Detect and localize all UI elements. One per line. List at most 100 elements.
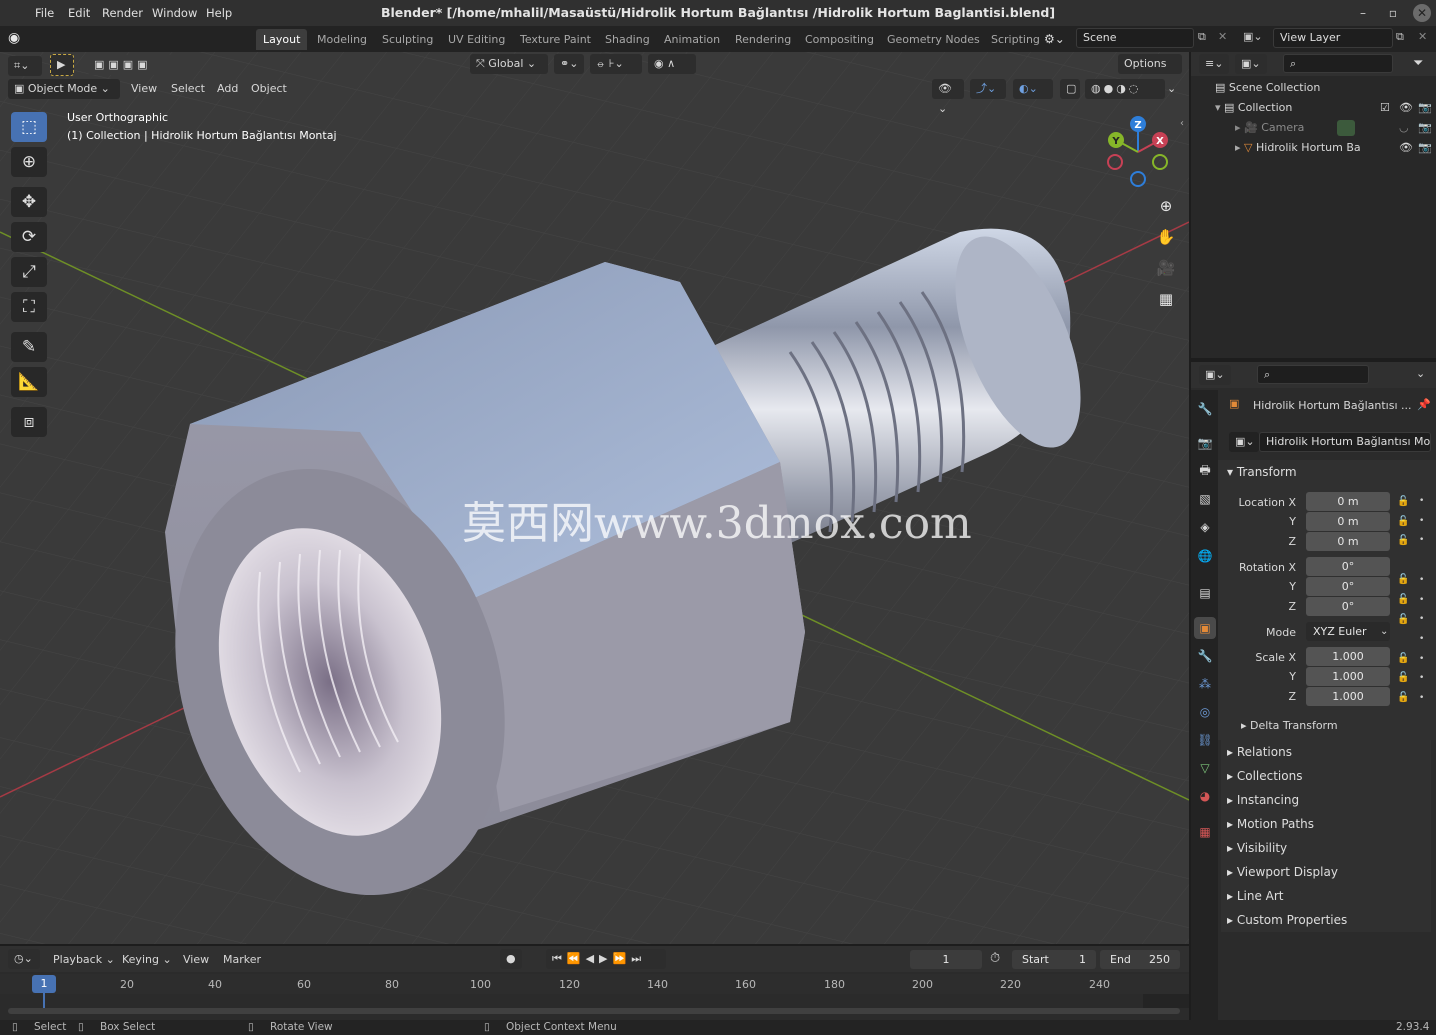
3d-viewport[interactable]: 莫西网www.3dmox.com ⌗⌄ ▶ ▣▣▣▣ ⤧ Global ⌄ ⚭⌄…	[0, 52, 1189, 944]
eye-closed-icon[interactable]: ◡	[1399, 118, 1409, 138]
scene-selector-icon[interactable]: ⚙⌄	[1044, 29, 1074, 49]
menu-window[interactable]: Window	[152, 4, 197, 22]
stopwatch-icon[interactable]: ⏱	[990, 951, 1000, 966]
delta-transform-row[interactable]: ▸ Delta Transform	[1241, 719, 1338, 732]
ortho-grid-icon[interactable]: ▦	[1153, 286, 1179, 312]
properties-options-icon[interactable]: ⌄	[1416, 367, 1425, 380]
render-tab-icon[interactable]: 📷	[1194, 432, 1216, 454]
rotation-y-field[interactable]: 0°	[1306, 577, 1390, 596]
eye-icon[interactable]: 👁	[1399, 138, 1413, 158]
scale-icon[interactable]: ⤢	[11, 257, 47, 287]
select-mode-icon[interactable]: ▶	[50, 54, 74, 76]
navigation-gizmo[interactable]: Z X Y	[1100, 114, 1176, 190]
rotate-icon[interactable]: ⟳	[11, 222, 47, 252]
object-data-name-field[interactable]: Hidrolik Hortum Bağlantısı Mo...	[1259, 432, 1431, 452]
tab-layout[interactable]: Layout	[256, 29, 308, 50]
measure-icon[interactable]: 📐	[11, 367, 47, 397]
output-tab-icon[interactable]: 🖶	[1194, 460, 1216, 482]
visibility-icon[interactable]: 👁⌄	[932, 79, 964, 115]
section-motion-paths[interactable]: ▸ Motion Paths	[1221, 812, 1431, 836]
outliner-panel[interactable]: ≡⌄ ▣⌄ ⌕ ⏷ ▤ Scene Collection ▾ ▤ Collect…	[1191, 52, 1436, 358]
options-dropdown[interactable]: Options ⌄	[1118, 54, 1182, 90]
minimize-icon[interactable]: –	[1354, 4, 1372, 22]
end-frame-field[interactable]: End 250	[1100, 950, 1180, 969]
selection-mode-icons[interactable]: ▣▣▣▣	[88, 55, 184, 75]
section-relations[interactable]: ▸ Relations	[1221, 740, 1431, 764]
menu-file[interactable]: File	[35, 4, 54, 22]
tab-modeling[interactable]: Modeling	[310, 29, 374, 50]
pin-icon[interactable]: 📌	[1417, 398, 1431, 411]
section-visibility[interactable]: ▸ Visibility	[1221, 836, 1431, 860]
timeline-menu-marker[interactable]: Marker	[223, 953, 261, 966]
expand-arrow-icon[interactable]: ▸	[1235, 141, 1244, 154]
viewport-menu-object[interactable]: Object	[251, 82, 287, 95]
section-line-art[interactable]: ▸ Line Art	[1221, 884, 1431, 908]
view-layer-icon[interactable]: ▣⌄	[1243, 30, 1263, 43]
display-mode-icon[interactable]: ▣⌄	[1235, 54, 1267, 74]
tab-texture-paint[interactable]: Texture Paint	[513, 29, 598, 50]
rotation-mode-dropdown[interactable]: XYZ Euler	[1306, 622, 1390, 641]
rotation-z-field[interactable]: 0°	[1306, 597, 1390, 616]
eye-icon[interactable]: 👁	[1399, 98, 1413, 118]
camera-view-icon[interactable]: 🎥	[1153, 255, 1179, 281]
properties-search-input[interactable]: ⌕	[1257, 365, 1369, 384]
outliner-row-camera[interactable]: ▸ 🎥 Camera ◡ 📷	[1191, 118, 1436, 138]
playhead-marker[interactable]: 1	[32, 975, 56, 993]
object-data-tab-icon[interactable]: ▽	[1194, 757, 1216, 779]
camera-data-icon[interactable]	[1337, 120, 1355, 136]
properties-panel[interactable]: ▣⌄ ⌕ ⌄ 🔧 📷 🖶 ▧ ◈ 🌐 ▤ ▣ 🔧 ⁂ ◎ ⛓ ▽ ◕ ▦ ▣ H…	[1191, 362, 1436, 1022]
view-layer-field[interactable]: View Layer	[1273, 28, 1393, 48]
viewport-menu-select[interactable]: Select	[171, 82, 205, 95]
xray-icon[interactable]: ▢	[1060, 79, 1080, 99]
transform-orientation-dropdown[interactable]: ⤧ Global ⌄	[470, 54, 548, 74]
menu-help[interactable]: Help	[206, 4, 232, 22]
start-frame-field[interactable]: Start 1	[1012, 950, 1096, 969]
add-cube-icon[interactable]: ⧈	[11, 407, 47, 437]
keyframe-dots[interactable]: • • • • • • • • • •	[1419, 492, 1424, 709]
scale-y-field[interactable]: 1.000	[1306, 667, 1390, 686]
proportional-edit-icon[interactable]: ◉ ∧	[648, 54, 696, 74]
select-box-icon[interactable]: ⬚	[11, 112, 47, 142]
render-camera-icon[interactable]: 📷	[1418, 118, 1432, 138]
outliner-row-scene-collection[interactable]: ▤ Scene Collection	[1191, 78, 1436, 98]
move-icon[interactable]: ✥	[11, 187, 47, 217]
outliner-row-hidrolik[interactable]: ▸ ▽ Hidrolik Hortum Ba 👁 📷	[1191, 138, 1436, 158]
render-camera-icon[interactable]: 📷	[1418, 138, 1432, 158]
viewport-menu-view[interactable]: View	[131, 82, 157, 95]
texture-tab-icon[interactable]: ▦	[1194, 821, 1216, 843]
location-x-field[interactable]: 0 m	[1306, 492, 1390, 511]
transform-icon[interactable]: ⛶	[11, 292, 47, 322]
tab-compositing[interactable]: Compositing	[798, 29, 881, 50]
physics-tab-icon[interactable]: ◎	[1194, 701, 1216, 723]
outliner-row-collection[interactable]: ▾ ▤ Collection ☑ 👁 📷	[1191, 98, 1436, 118]
object-mode-dropdown[interactable]: ▣ Object Mode ⌄	[8, 79, 120, 99]
section-custom-properties[interactable]: ▸ Custom Properties	[1221, 908, 1431, 932]
section-collections[interactable]: ▸ Collections	[1221, 764, 1431, 788]
section-instancing[interactable]: ▸ Instancing	[1221, 788, 1431, 812]
blender-logo-icon[interactable]: ◉	[8, 29, 26, 47]
properties-editor-icon[interactable]: ▣⌄	[1199, 365, 1231, 385]
delete-scene-icon[interactable]: ✕	[1218, 30, 1227, 43]
lock-icons[interactable]: 🔓 🔓 🔓 🔓 🔓 🔓 🔓 🔓 🔓	[1397, 492, 1409, 708]
playback-controls[interactable]: ⏮⏪◀▶⏩⏭	[546, 949, 666, 969]
current-frame-field[interactable]: 1	[910, 950, 982, 969]
tab-geometry-nodes[interactable]: Geometry Nodes	[880, 29, 987, 50]
gizmo-neg-z[interactable]	[1130, 171, 1146, 187]
delete-view-layer-icon[interactable]: ✕	[1418, 30, 1427, 43]
viewport-menu-add[interactable]: Add	[217, 82, 238, 95]
record-icon[interactable]: ●	[500, 949, 522, 969]
timeline-menu-playback[interactable]: Playback ⌄	[53, 953, 115, 966]
timeline-panel[interactable]: ◷⌄ Playback ⌄ Keying ⌄ View Marker ● ⏮⏪◀…	[0, 946, 1189, 1020]
expand-arrow-icon[interactable]: ▾	[1215, 101, 1224, 114]
constraint-tab-icon[interactable]: ⛓	[1194, 729, 1216, 751]
tab-animation[interactable]: Animation	[657, 29, 727, 50]
menu-render[interactable]: Render	[102, 4, 143, 22]
data-browse-icon[interactable]: ▣⌄	[1229, 432, 1259, 452]
gizmo-neg-x[interactable]	[1107, 154, 1123, 170]
timeline-menu-keying[interactable]: Keying ⌄	[122, 953, 172, 966]
rotation-x-field[interactable]: 0°	[1306, 557, 1390, 576]
tab-shading[interactable]: Shading	[598, 29, 657, 50]
overlays-icon[interactable]: ◐⌄	[1013, 79, 1053, 99]
menu-edit[interactable]: Edit	[68, 4, 90, 22]
outliner-editor-icon[interactable]: ≡⌄	[1199, 54, 1229, 74]
